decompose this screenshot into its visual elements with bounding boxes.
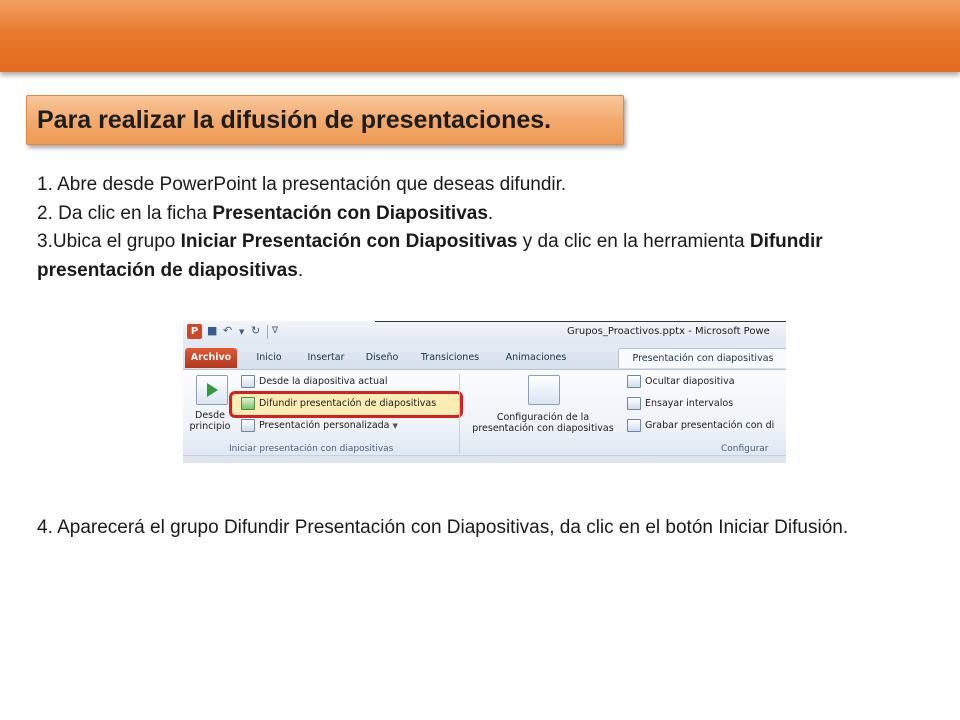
powerpoint-icon[interactable]: P <box>187 324 202 339</box>
tab-archivo[interactable]: Archivo <box>185 348 237 368</box>
tab-presentacion-con-diapositivas[interactable]: Presentación con diapositivas <box>618 348 786 368</box>
step-3: 3.Ubica el grupo Iniciar Presentación co… <box>37 228 917 285</box>
setup-slideshow-icon[interactable] <box>528 375 560 405</box>
current-slide-icon <box>241 375 255 388</box>
ribbon-bottom-strip <box>183 455 786 463</box>
steps-list: 1. Abre desde PowerPoint la presentación… <box>37 171 917 285</box>
tab-insertar[interactable]: Insertar <box>298 348 354 368</box>
ensayar-intervalos-label: Ensayar intervalos <box>645 398 734 409</box>
tab-animaciones[interactable]: Animaciones <box>493 348 579 368</box>
save-icon[interactable]: ■ <box>207 324 217 337</box>
step-2-text: 2. Da clic en la ficha <box>37 202 213 224</box>
header-bar <box>0 0 960 72</box>
grabar-presentacion-button[interactable]: Grabar presentación con di <box>627 417 774 435</box>
configuracion-line1: Configuración de la <box>496 412 590 423</box>
title-box: Para realizar la difusión de presentacio… <box>26 95 624 145</box>
ocultar-diapositiva-button[interactable]: Ocultar diapositiva <box>627 373 735 391</box>
qat-separator <box>267 325 268 339</box>
group-label-iniciar: Iniciar presentación con diapositivas <box>229 444 394 454</box>
step-2-bold: Presentación con Diapositivas <box>212 202 488 224</box>
rehearse-timings-icon <box>627 397 641 410</box>
group-separator <box>459 374 460 454</box>
slide-title: Para realizar la difusión de presentacio… <box>37 106 552 134</box>
title-line <box>375 321 786 322</box>
step-2: 2. Da clic en la ficha Presentación con … <box>37 200 917 229</box>
ensayar-intervalos-button[interactable]: Ensayar intervalos <box>627 395 733 413</box>
group-label-configurar: Configurar <box>721 444 769 454</box>
tab-diseno[interactable]: Diseño <box>358 348 406 368</box>
ribbon-panel: Desde principio Desde la diapositiva act… <box>183 369 786 456</box>
step-1: 1. Abre desde PowerPoint la presentación… <box>37 174 567 195</box>
step-4-block: 4. Aparecerá el grupo Difundir Presentac… <box>37 513 917 543</box>
quick-access-toolbar: P ■ ↶ ▼ ↻ ∇ Grupos_Proactivos.pptx - Mic… <box>183 321 786 344</box>
step-3-end: . <box>297 259 304 281</box>
record-icon <box>627 419 641 432</box>
undo-icon[interactable]: ↶ <box>223 324 232 337</box>
step-3-text: 3.Ubica el grupo <box>37 231 181 252</box>
redo-icon[interactable]: ↻ <box>251 324 260 337</box>
configuracion-line2: presentación con diapositivas <box>472 423 614 434</box>
step-3-bold: Iniciar Presentación con Diapositivas <box>180 231 518 252</box>
step-2-end: . <box>487 202 494 224</box>
broadcast-icon <box>241 397 255 410</box>
undo-dropdown-icon[interactable]: ▼ <box>239 328 244 336</box>
slideshow-play-icon[interactable] <box>196 375 228 405</box>
hide-slide-icon <box>627 375 641 388</box>
desde-principio-line1: Desde <box>195 410 225 421</box>
desde-diapositiva-actual-label: Desde la diapositiva actual <box>259 376 388 387</box>
grabar-presentacion-label: Grabar presentación con di <box>645 420 775 431</box>
presentacion-personalizada-label: Presentación personalizada <box>259 420 390 431</box>
presentacion-personalizada-button[interactable]: Presentación personalizada ▼ <box>241 417 398 435</box>
configuracion-presentacion-button[interactable]: Configuración de la presentación con dia… <box>465 412 621 434</box>
desde-principio-button[interactable]: Desde principio <box>185 410 235 432</box>
customize-qat-icon[interactable]: ∇ <box>272 326 278 336</box>
difundir-presentacion-label: Difundir presentación de diapositivas <box>259 398 437 409</box>
ribbon-screenshot: P ■ ↶ ▼ ↻ ∇ Grupos_Proactivos.pptx - Mic… <box>183 321 786 463</box>
desde-diapositiva-actual-button[interactable]: Desde la diapositiva actual <box>241 373 388 391</box>
desde-principio-line2: principio <box>189 421 231 432</box>
custom-show-icon <box>241 419 255 432</box>
step-3-mid: y da clic en la herramienta <box>517 231 750 252</box>
chevron-down-icon: ▼ <box>392 422 398 430</box>
ribbon-tabs: Archivo Inicio Insertar Diseño Transicio… <box>183 344 786 369</box>
ocultar-diapositiva-label: Ocultar diapositiva <box>645 376 735 387</box>
tab-inicio[interactable]: Inicio <box>245 348 293 368</box>
difundir-presentacion-button[interactable]: Difundir presentación de diapositivas <box>241 395 436 413</box>
step-4: 4. Aparecerá el grupo Difundir Presentac… <box>37 517 849 538</box>
document-title: Grupos_Proactivos.pptx - Microsoft Powe <box>567 326 770 337</box>
tab-transiciones[interactable]: Transiciones <box>411 348 489 368</box>
